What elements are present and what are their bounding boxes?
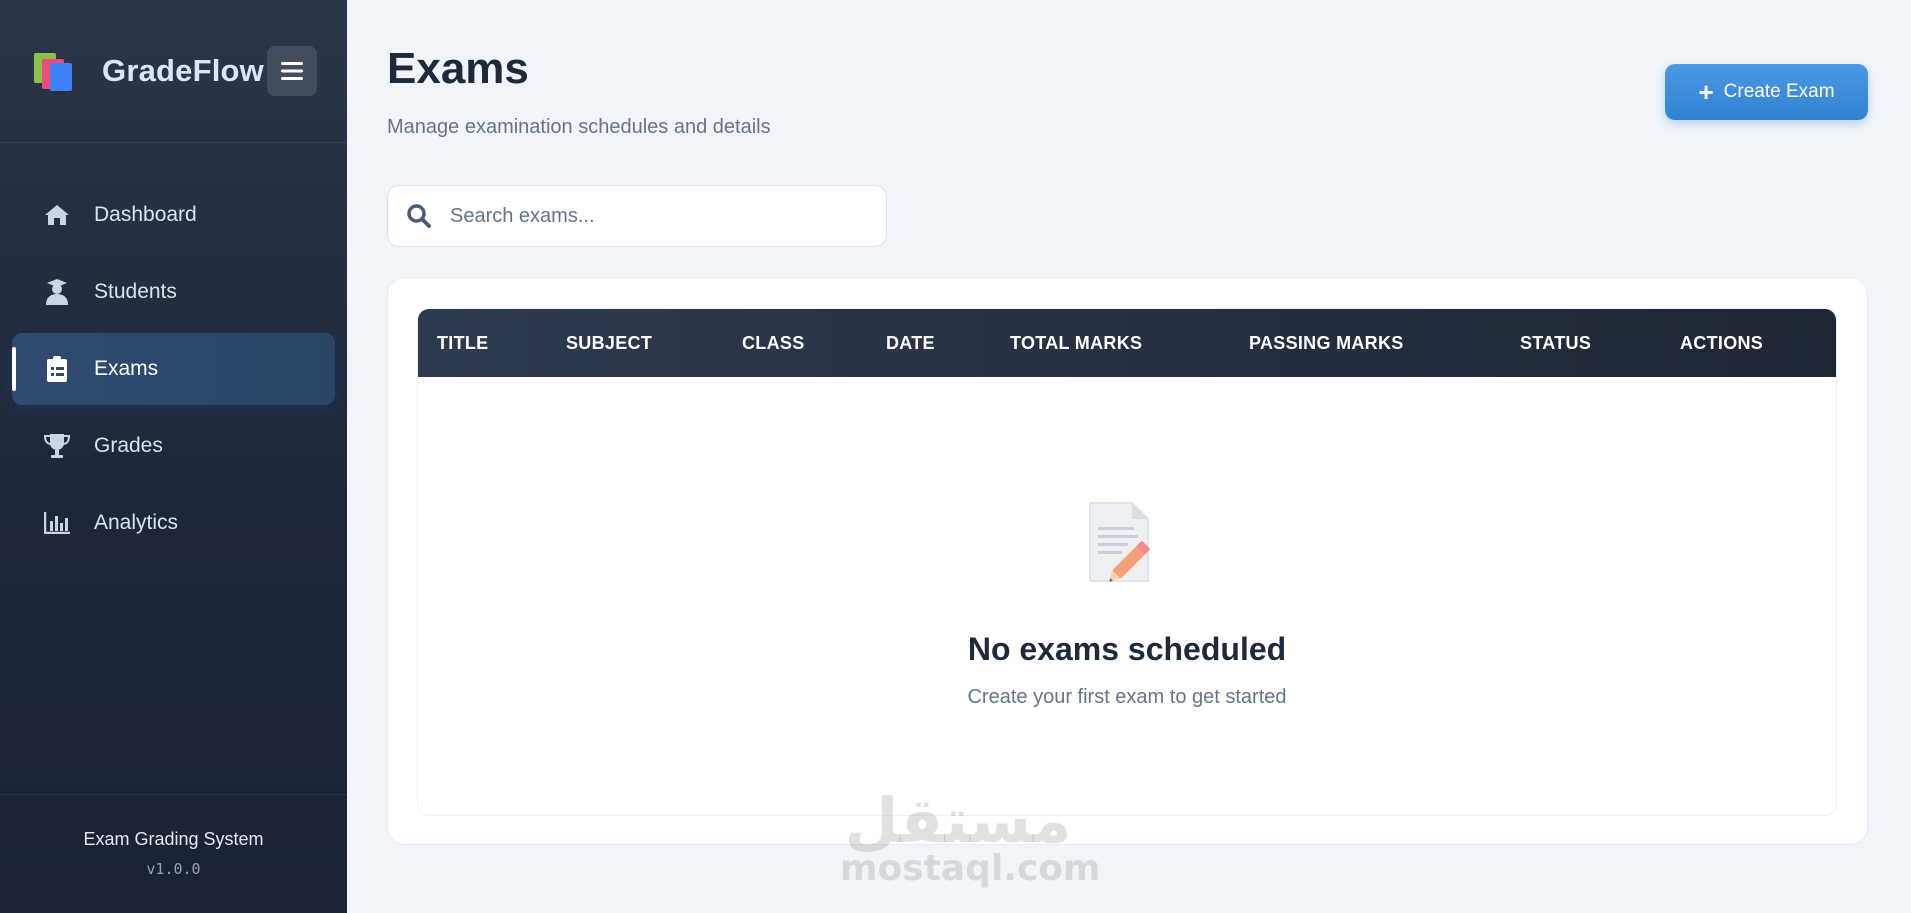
exams-table: TITLE SUBJECT CLASS DATE TOTAL MARKS PAS… (417, 308, 1837, 816)
trophy-icon (42, 433, 72, 459)
bar-chart-icon (42, 512, 72, 534)
column-header-subject[interactable]: SUBJECT (566, 333, 652, 354)
brand-name: GradeFlow (102, 53, 264, 88)
column-header-passing-marks[interactable]: PASSING MARKS (1249, 333, 1404, 354)
column-header-title[interactable]: TITLE (437, 333, 489, 354)
home-icon (42, 204, 72, 226)
search-input[interactable] (450, 204, 870, 228)
sidebar-item-label: Grades (94, 434, 163, 457)
main-content: Exams Manage examination schedules and d… (347, 0, 1911, 913)
watermark: مستقل mostaql.com (840, 784, 1101, 889)
graduate-icon (42, 279, 72, 305)
sidebar-footer: Exam Grading System v1.0.0 (0, 794, 347, 913)
exams-card: TITLE SUBJECT CLASS DATE TOTAL MARKS PAS… (387, 277, 1868, 845)
app-version: v1.0.0 (146, 860, 201, 878)
search-icon (407, 204, 431, 228)
sidebar-item-dashboard[interactable]: Dashboard (12, 179, 335, 251)
column-header-date[interactable]: DATE (886, 333, 935, 354)
sidebar-item-grades[interactable]: Grades (12, 410, 335, 482)
page-title: Exams (387, 44, 529, 93)
hamburger-icon (281, 62, 303, 80)
sidebar-nav: Dashboard Students Exams Grades Analytic… (0, 143, 347, 559)
create-exam-button[interactable]: + Create Exam (1665, 64, 1868, 120)
empty-state-title: No exams scheduled (967, 631, 1287, 667)
column-header-actions[interactable]: ACTIONS (1680, 333, 1763, 354)
empty-state-subtitle: Create your first exam to get started (967, 686, 1287, 708)
column-header-class[interactable]: CLASS (742, 333, 805, 354)
clipboard-icon (42, 356, 72, 382)
sidebar-item-label: Exams (94, 357, 159, 380)
search-box[interactable] (387, 185, 887, 247)
brand: GradeFlow (0, 0, 347, 143)
table-header: TITLE SUBJECT CLASS DATE TOTAL MARKS PAS… (418, 309, 1836, 377)
sidebar-item-analytics[interactable]: Analytics (12, 487, 335, 559)
sidebar: GradeFlow Dashboard Students Exams Grade… (0, 0, 347, 913)
page-subtitle: Manage examination schedules and details (387, 116, 771, 138)
books-logo-icon (34, 51, 76, 91)
create-exam-label: Create Exam (1723, 81, 1835, 102)
sidebar-item-label: Analytics (94, 511, 179, 534)
column-header-total-marks[interactable]: TOTAL MARKS (1010, 333, 1142, 354)
watermark-arabic: مستقل (844, 784, 1072, 857)
sidebar-item-label: Dashboard (94, 203, 197, 226)
empty-state: No exams scheduled Create your first exa… (418, 377, 1836, 815)
app-system-name: Exam Grading System (83, 829, 264, 849)
sidebar-item-exams[interactable]: Exams (12, 333, 335, 405)
sidebar-item-students[interactable]: Students (12, 256, 335, 328)
column-header-status[interactable]: STATUS (1520, 333, 1591, 354)
sidebar-item-label: Students (94, 280, 177, 303)
plus-icon: + (1698, 77, 1714, 107)
memo-icon (1086, 501, 1162, 588)
menu-toggle-button[interactable] (267, 46, 317, 96)
watermark-latin: mostaql.com (840, 848, 1101, 889)
